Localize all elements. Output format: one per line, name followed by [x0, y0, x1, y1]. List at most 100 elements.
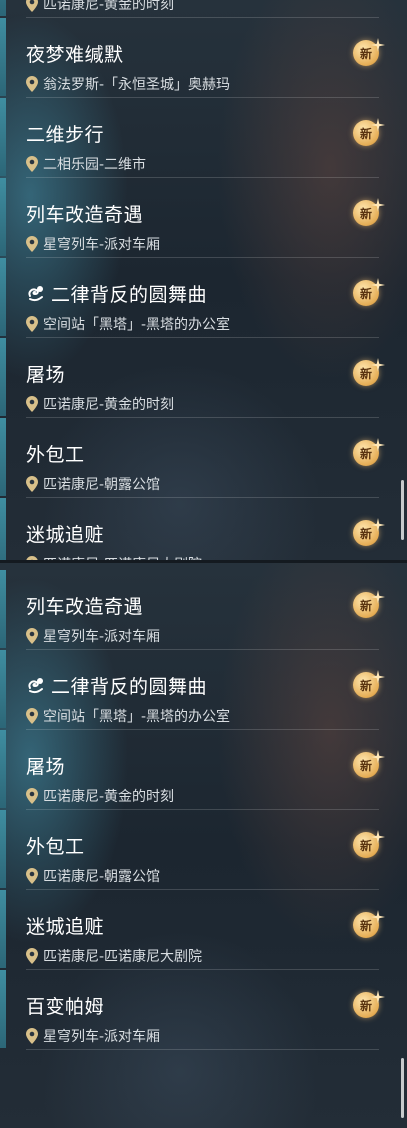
mission-item[interactable]: 外包工 匹诺康尼-朝露公馆 新: [0, 810, 407, 890]
mission-location: 匹诺康尼-黄金的时刻: [43, 789, 175, 805]
new-badge-icon: 新: [353, 670, 385, 702]
sparkle-icon: [371, 118, 385, 132]
scrollbar-thumb[interactable]: [401, 480, 404, 540]
mission-title-row: 屠场: [26, 360, 65, 387]
mission-title: 夜梦难缄默: [26, 44, 124, 66]
mission-location: 匹诺康尼-黄金的时刻: [43, 397, 175, 413]
mission-location-row: 星穹列车-派对车厢: [26, 1026, 160, 1046]
mission-title: 迷城追赃: [26, 916, 105, 938]
mission-title-row: 夜梦难缄默: [26, 40, 124, 67]
mission-location: 翁法罗斯-「永恒圣城」奥赫玛: [43, 77, 231, 93]
map-pin-icon: [26, 476, 38, 492]
mission-item[interactable]: 匹诺康尼-黄金的时刻 新: [0, 0, 407, 18]
mission-location: 星穹列车-派对车厢: [43, 237, 161, 253]
mission-location: 空间站「黑塔」-黑塔的办公室: [43, 709, 231, 725]
mission-accent-bar: [0, 338, 6, 416]
mission-item[interactable]: 屠场 匹诺康尼-黄金的时刻 新: [0, 338, 407, 418]
mission-location-row: 二相乐园-二维市: [26, 154, 146, 174]
mission-accent-bar: [0, 418, 6, 496]
mission-accent-bar: [0, 258, 6, 336]
mission-item[interactable]: 列车改造奇遇 星穹列车-派对车厢 新: [0, 570, 407, 650]
mission-item[interactable]: 夜梦难缄默 翁法罗斯-「永恒圣城」奥赫玛 新: [0, 18, 407, 98]
mission-item[interactable]: 迷城追赃 匹诺康尼-匹诺康尼大剧院 新: [0, 498, 407, 560]
mission-title: 百变帕姆: [26, 996, 105, 1018]
map-pin-icon: [26, 788, 38, 804]
mission-location-row: 翁法罗斯-「永恒圣城」奥赫玛: [26, 74, 230, 94]
mission-item[interactable]: 迷城追赃 匹诺康尼-匹诺康尼大剧院 新: [0, 890, 407, 970]
sparkle-icon: [371, 38, 385, 52]
mission-item[interactable]: 外包工 匹诺康尼-朝露公馆 新: [0, 418, 407, 498]
quest-icon: [28, 285, 43, 301]
quest-icon: [28, 677, 43, 693]
map-pin-icon: [26, 708, 38, 724]
mission-title-row: 列车改造奇遇: [26, 200, 143, 227]
mission-location: 匹诺康尼-朝露公馆: [43, 869, 161, 885]
map-pin-icon: [26, 948, 38, 964]
mission-location-row: 匹诺康尼-匹诺康尼大剧院: [26, 946, 202, 966]
mission-accent-bar: [0, 570, 6, 648]
map-pin-icon: [26, 1028, 38, 1044]
mission-accent-bar: [0, 890, 6, 968]
new-badge-icon: 新: [353, 38, 385, 70]
map-pin-icon: [26, 76, 38, 92]
mission-location-row: 空间站「黑塔」-黑塔的办公室: [26, 314, 230, 334]
mission-item[interactable]: 屠场 匹诺康尼-黄金的时刻 新: [0, 730, 407, 810]
mission-accent-bar: [0, 498, 6, 560]
new-badge-icon: 新: [353, 518, 385, 550]
mission-item[interactable]: 二律背反的圆舞曲 空间站「黑塔」-黑塔的办公室 新: [0, 650, 407, 730]
mission-accent-bar: [0, 730, 6, 808]
mission-title-row: 迷城追赃: [26, 520, 104, 547]
mission-item[interactable]: 百变帕姆 星穹列车-派对车厢 新: [0, 970, 407, 1050]
new-badge-icon: 新: [353, 990, 385, 1022]
mission-title: 列车改造奇遇: [26, 596, 144, 618]
map-pin-icon: [26, 316, 38, 332]
mission-location-row: 匹诺康尼-黄金的时刻: [26, 394, 174, 414]
mission-location-row: 匹诺康尼-黄金的时刻: [26, 0, 174, 14]
new-badge-icon: 新: [353, 438, 385, 470]
mission-item[interactable]: 列车改造奇遇 星穹列车-派对车厢 新: [0, 178, 407, 258]
mission-list-top-panel: 匹诺康尼-黄金的时刻 新 夜梦难缄默 翁法罗斯-「永恒圣城」奥赫玛 新: [0, 0, 407, 560]
mission-title: 屠场: [26, 364, 66, 386]
mission-item[interactable]: 二维步行 二相乐园-二维市 新: [0, 98, 407, 178]
sparkle-icon: [371, 670, 385, 684]
mission-location-row: 匹诺康尼-朝露公馆: [26, 866, 160, 886]
sparkle-icon: [371, 910, 385, 924]
sparkle-icon: [371, 198, 385, 212]
mission-accent-bar: [0, 650, 6, 728]
sparkle-icon: [371, 990, 385, 1004]
mission-location: 匹诺康尼-朝露公馆: [43, 477, 161, 493]
mission-title: 屠场: [26, 756, 66, 778]
mission-accent-bar: [0, 98, 6, 176]
mission-location: 匹诺康尼-黄金的时刻: [43, 0, 175, 13]
map-pin-icon: [26, 156, 38, 172]
mission-title: 外包工: [26, 444, 85, 466]
map-pin-icon: [26, 628, 38, 644]
new-badge-icon: 新: [353, 910, 385, 942]
mission-title-row: 屠场: [26, 752, 65, 779]
mission-location: 二相乐园-二维市: [43, 157, 147, 173]
sparkle-icon: [371, 830, 385, 844]
mission-accent-bar: [0, 970, 6, 1048]
sparkle-icon: [371, 438, 385, 452]
mission-location-row: 匹诺康尼-黄金的时刻: [26, 786, 174, 806]
mission-item[interactable]: 二律背反的圆舞曲 空间站「黑塔」-黑塔的办公室 新: [0, 258, 407, 338]
mission-title-row: 二律背反的圆舞曲: [26, 672, 207, 699]
mission-title: 迷城追赃: [26, 524, 105, 546]
sparkle-icon: [371, 358, 385, 372]
mission-location-row: 星穹列车-派对车厢: [26, 234, 160, 254]
mission-accent-bar: [0, 810, 6, 888]
mission-title: 二维步行: [26, 124, 105, 146]
mission-title-row: 二维步行: [26, 120, 104, 147]
scrollbar-thumb[interactable]: [401, 1058, 404, 1118]
mission-title-row: 列车改造奇遇: [26, 592, 143, 619]
map-pin-icon: [26, 236, 38, 252]
mission-location-row: 星穹列车-派对车厢: [26, 626, 160, 646]
map-pin-icon: [26, 396, 38, 412]
mission-title-row: 迷城追赃: [26, 912, 104, 939]
new-badge-icon: 新: [353, 118, 385, 150]
new-badge-icon: 新: [353, 830, 385, 862]
mission-title: 二律背反的圆舞曲: [51, 284, 208, 306]
new-badge-icon: 新: [353, 358, 385, 390]
new-badge-icon: 新: [353, 750, 385, 782]
mission-title-row: 外包工: [26, 440, 85, 467]
